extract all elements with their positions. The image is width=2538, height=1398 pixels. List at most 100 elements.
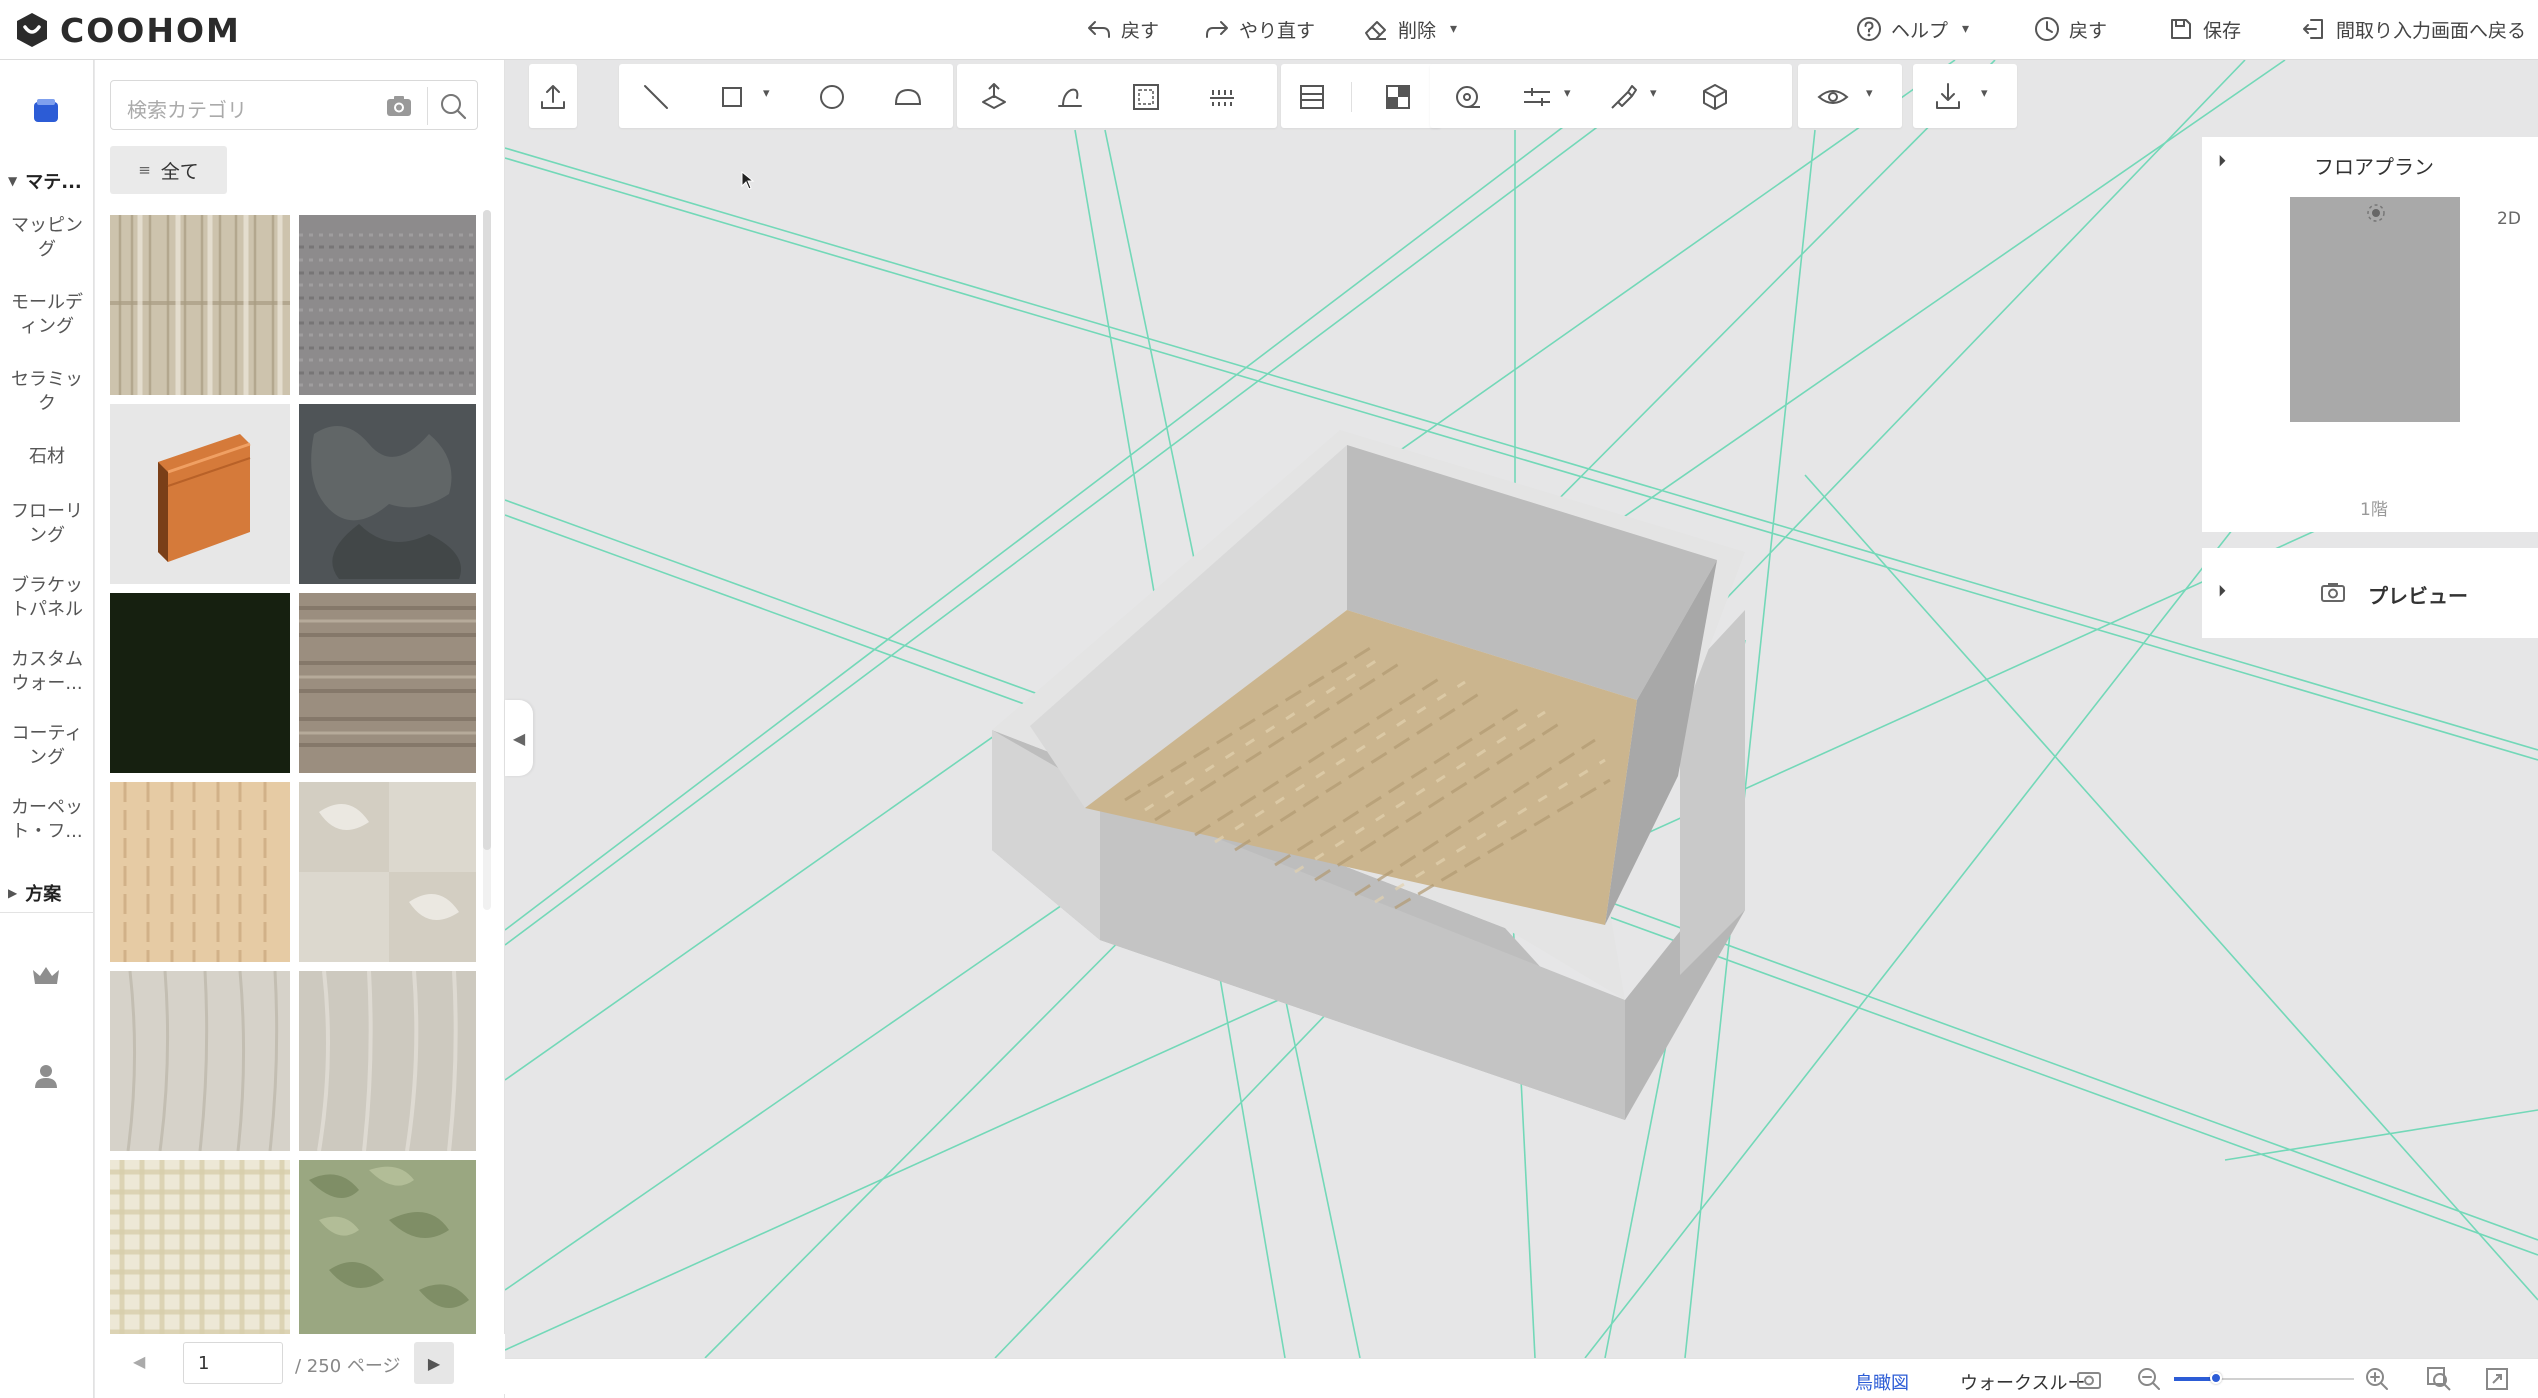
user-icon[interactable]: [30, 1060, 62, 1092]
material-tile[interactable]: [110, 404, 290, 584]
dimension-tool-button[interactable]: [1520, 80, 1554, 114]
materials-icon[interactable]: [26, 90, 66, 130]
save-label: 保存: [2203, 19, 2242, 42]
back-to-floorplan-button[interactable]: 間取り入力画面へ戻る: [2300, 14, 2526, 44]
material-tile[interactable]: [110, 971, 290, 1151]
divider: [1351, 82, 1352, 112]
material-tile[interactable]: [299, 971, 476, 1151]
arc-tool-button[interactable]: [891, 80, 925, 114]
array-tool-button[interactable]: [1205, 80, 1239, 114]
rectangle-tool-button[interactable]: [715, 80, 749, 114]
chevron-down-icon[interactable]: ▾: [1866, 86, 1873, 101]
visibility-button[interactable]: [1816, 80, 1850, 114]
bird-view-tab[interactable]: 鳥瞰図: [1855, 1369, 1909, 1395]
filter-all-button[interactable]: ≡ 全て: [110, 146, 227, 194]
page-number-input[interactable]: 1: [183, 1342, 283, 1384]
zoom-slider-handle[interactable]: [2210, 1372, 2222, 1384]
tool-group-layout: [1281, 64, 1441, 128]
history-button[interactable]: 戻す: [2033, 14, 2107, 44]
split-tool-button[interactable]: [1381, 80, 1415, 114]
upload-button[interactable]: [536, 80, 570, 114]
floor-label[interactable]: 1階: [2360, 495, 2388, 520]
sidebar-item-carpet[interactable]: カーペット・フ...: [0, 796, 94, 844]
chevron-down-icon[interactable]: ▾: [1981, 86, 1988, 101]
component-button[interactable]: [1698, 80, 1732, 114]
sidebar-item-mapping[interactable]: マッピング: [0, 214, 94, 262]
zoom-in-icon[interactable]: [2363, 1365, 2391, 1393]
sidebar-item-bracket-panel[interactable]: ブラケットパネル: [0, 574, 94, 622]
material-tile[interactable]: [299, 1160, 476, 1340]
circle-tool-button[interactable]: [815, 80, 849, 114]
collapse-panel-icon[interactable]: ⏵: [2218, 581, 2226, 601]
sweep-tool-button[interactable]: [1053, 80, 1087, 114]
material-tile[interactable]: [299, 593, 476, 773]
preview-title[interactable]: プレビュー: [2368, 580, 2468, 609]
history-label: 戻す: [2069, 19, 2108, 42]
walkthrough-tab[interactable]: ウォークスルー: [1960, 1369, 2085, 1395]
chevron-down-icon[interactable]: ▾: [1564, 86, 1571, 101]
save-button[interactable]: 保存: [2167, 14, 2241, 44]
material-tile[interactable]: [110, 782, 290, 962]
undo-label: 戻す: [1121, 19, 1160, 42]
clock-icon: [2035, 17, 2059, 41]
camera-view-icon[interactable]: [2075, 1365, 2103, 1393]
sidebar-item-stone[interactable]: 石材: [0, 445, 94, 469]
material-tile[interactable]: [110, 1160, 290, 1340]
paint-brush-button[interactable]: [1606, 80, 1640, 114]
undo-button[interactable]: 戻す: [1085, 14, 1159, 44]
sidebar-item-flooring[interactable]: フローリング: [0, 500, 94, 548]
chevron-down-icon[interactable]: ▾: [1650, 86, 1657, 101]
divider: [0, 912, 94, 913]
help-button[interactable]: ヘルプ ▾: [1855, 14, 1969, 44]
pagination: ◀ 1 / 250 ページ ▶: [95, 1334, 505, 1394]
material-tile[interactable]: [299, 782, 476, 962]
delete-button[interactable]: 削除 ▾: [1362, 14, 1457, 44]
extrude-tool-button[interactable]: [977, 80, 1011, 114]
material-tile[interactable]: [110, 593, 290, 773]
camera-icon: [2321, 583, 2345, 602]
collapse-catalog-button[interactable]: ◀: [505, 700, 533, 776]
group-plans[interactable]: ▶ 方案: [8, 880, 61, 906]
collapse-left-icon: ◀: [512, 728, 526, 748]
prev-page-button[interactable]: ◀: [133, 1352, 145, 1371]
coohom-logo-icon: [17, 13, 47, 47]
tool-group-measure: ▾ ▾: [1430, 64, 1792, 128]
next-page-button[interactable]: ▶: [414, 1342, 454, 1384]
search-input[interactable]: 検索カテゴリ: [110, 80, 478, 130]
zoom-out-icon[interactable]: [2135, 1365, 2163, 1393]
material-tile[interactable]: [299, 215, 476, 395]
view-2d-toggle[interactable]: 2D: [2497, 209, 2521, 229]
material-tile[interactable]: [110, 215, 290, 395]
sidebar-item-coating[interactable]: コーティング: [0, 722, 94, 770]
circle-icon: [820, 85, 844, 109]
camera-search-icon[interactable]: [385, 93, 413, 119]
chevron-right-icon: ▶: [8, 886, 18, 900]
sidebar-item-ceramic[interactable]: セラミック: [0, 368, 94, 416]
offset-tool-button[interactable]: [1129, 80, 1163, 114]
collapse-panel-icon[interactable]: ⏵: [2218, 151, 2226, 171]
chevron-down-icon[interactable]: ▾: [763, 86, 770, 101]
sidebar-item-custom-wall[interactable]: カスタムウォー...: [0, 648, 94, 696]
search-icon[interactable]: [437, 90, 469, 122]
download-icon: [1936, 83, 1960, 109]
group-materials[interactable]: ▼ マテ...: [8, 168, 82, 194]
sweep-icon: [1058, 88, 1082, 107]
line-tool-button[interactable]: [639, 80, 673, 114]
crown-icon[interactable]: [30, 960, 62, 992]
material-tile[interactable]: [299, 404, 476, 584]
coohom-logo[interactable]: COOHOM: [12, 10, 241, 50]
scrollbar-thumb[interactable]: [483, 210, 491, 850]
fullscreen-icon[interactable]: [2483, 1365, 2511, 1393]
panel-tool-button[interactable]: [1295, 80, 1329, 114]
tape-measure-button[interactable]: [1450, 80, 1484, 114]
arc-icon: [894, 88, 922, 105]
chevron-down-icon: ▾: [1962, 21, 1970, 37]
zoom-fit-icon[interactable]: [2425, 1365, 2453, 1393]
camera-position-icon[interactable]: [2364, 201, 2388, 225]
sidebar-item-molding[interactable]: モールディング: [0, 291, 94, 339]
delete-label: 削除: [1398, 19, 1437, 42]
tool-group-edit: [957, 64, 1277, 128]
redo-button[interactable]: やり直す: [1203, 14, 1315, 44]
download-button[interactable]: [1931, 80, 1965, 114]
floorplan-minimap[interactable]: [2290, 197, 2460, 422]
